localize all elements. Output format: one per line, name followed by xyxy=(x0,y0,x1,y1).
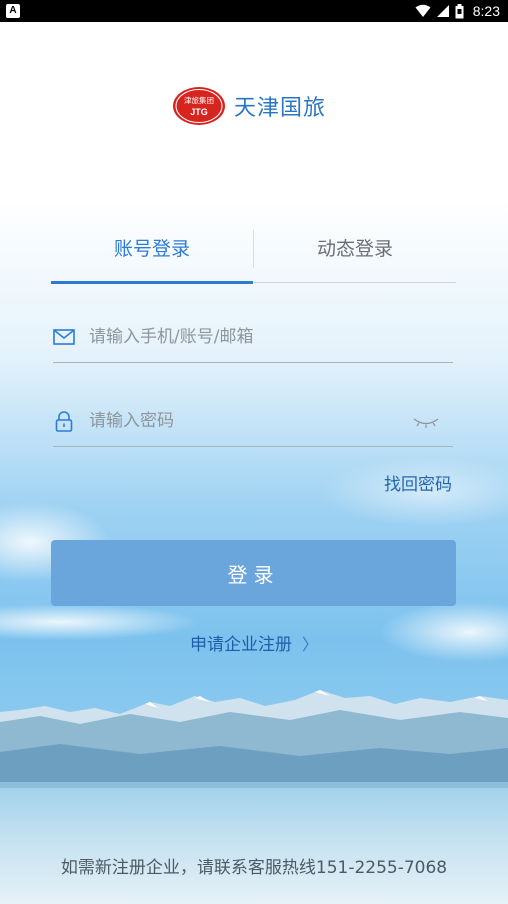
status-icons: 8:23 xyxy=(415,2,500,20)
password-field xyxy=(51,398,453,447)
password-input[interactable] xyxy=(89,404,409,438)
login-button[interactable]: 登录 xyxy=(51,540,456,606)
tab-account-login[interactable]: 账号登录 xyxy=(51,226,253,282)
account-field xyxy=(51,314,453,363)
account-underline xyxy=(53,362,453,363)
forgot-password-link[interactable]: 找回密码 xyxy=(384,470,452,495)
emblem-text-top: 津旅集团 xyxy=(184,95,214,105)
tab-dynamic-login[interactable]: 动态登录 xyxy=(254,226,456,282)
lock-icon xyxy=(55,411,73,432)
jtg-emblem-icon: 津旅集团 JTG xyxy=(173,87,225,125)
notification-icon: A xyxy=(6,4,20,18)
brand-name: 天津国旅 xyxy=(234,96,327,121)
wifi-icon xyxy=(415,4,431,17)
password-underline xyxy=(53,446,453,447)
status-bar: A 8:23 xyxy=(0,0,508,22)
tab-active-indicator xyxy=(51,281,253,284)
emblem-text-bottom: JTG xyxy=(190,107,208,117)
background-scenery xyxy=(0,22,508,904)
register-link-label: 申请企业注册 xyxy=(189,635,292,655)
register-link[interactable]: 申请企业注册〉 xyxy=(0,630,508,655)
eye-closed-icon[interactable] xyxy=(413,416,439,430)
brand-logo: 津旅集团 JTG 天津国旅 xyxy=(172,86,326,126)
footer-hotline: 如需新注册企业，请联系客服热线151-2255-7068 xyxy=(60,858,448,878)
status-time: 8:23 xyxy=(472,3,500,19)
battery-icon xyxy=(455,3,464,18)
login-tabs: 账号登录 动态登录 xyxy=(51,226,456,284)
mail-icon xyxy=(53,329,75,345)
signal-icon xyxy=(436,5,449,17)
chevron-right-icon: 〉 xyxy=(301,635,318,654)
account-input[interactable] xyxy=(89,320,409,354)
